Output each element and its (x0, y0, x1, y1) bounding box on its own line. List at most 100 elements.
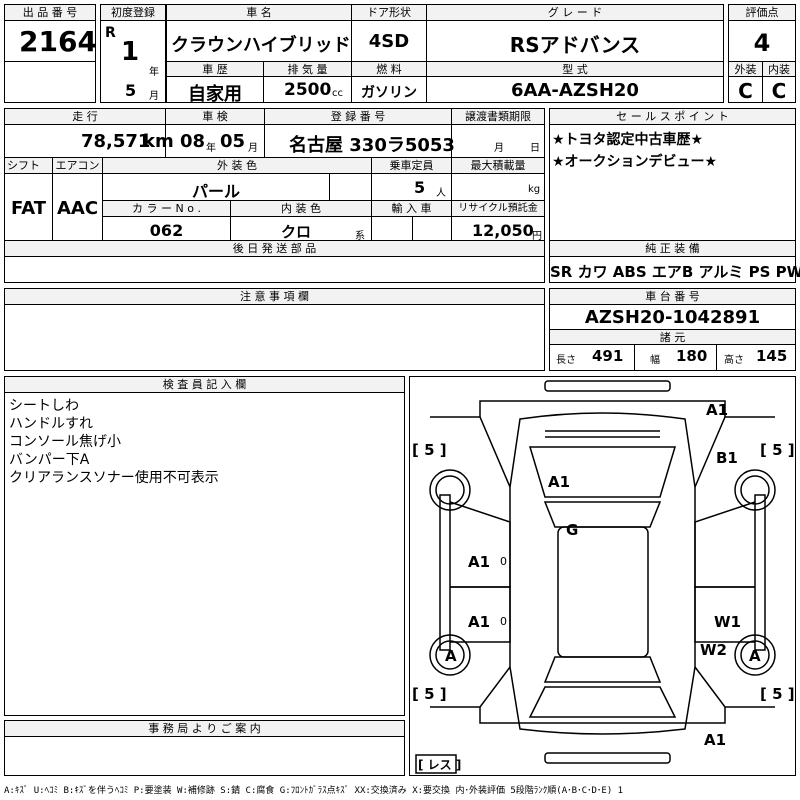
height-label: 高さ (724, 355, 744, 366)
interior-color-cell: 内 装 色 クロ 系 (230, 200, 372, 242)
inspection-year-unit: 年 (206, 143, 216, 154)
exterior-color-cell: 外 装 色 パール (102, 157, 372, 201)
fuel-label: 燃 料 (352, 62, 426, 77)
mileage-value: 78,571 (81, 131, 151, 152)
door-cell: ドア形状 4SD (351, 4, 427, 62)
inspector-notes-label: 検 査 員 記 入 欄 (5, 377, 404, 393)
inspection-month: 05 (220, 131, 246, 152)
registration-number-value: 名古屋 330ラ5053 (289, 135, 455, 156)
mark-left-front-door: A1 (468, 553, 490, 571)
history-label: 車 歴 (167, 62, 263, 77)
year-value: 1 (121, 37, 140, 67)
mark-left-rear-door: A1 (468, 613, 490, 631)
aircon-label: エアコン (53, 158, 102, 174)
tire-front-left: [ 5 ] (412, 441, 447, 459)
lot-number-blank (4, 61, 96, 103)
inspection-cell: 車 検 08 年 05 月 (165, 108, 265, 158)
capacity-label: 乗車定員 (372, 158, 451, 174)
recycle-label: リサイクル預託金 (452, 201, 544, 217)
recycle-value: 12,050 (472, 221, 534, 240)
mileage-label: 走 行 (5, 109, 165, 125)
history-value: 自家用 (188, 84, 242, 105)
length-label: 長さ (556, 355, 576, 366)
kg-unit: kg (528, 184, 541, 195)
grade-value: RSアドバンス (509, 33, 641, 57)
first-registration-label: 初度登録 (101, 5, 165, 21)
color-number-value: 062 (149, 221, 184, 240)
inspector-note-5: クリアランスソナー使用不可表示 (9, 470, 219, 486)
fuel-value: ガソリン (361, 85, 417, 101)
tire-rear-right: [ 5 ] (760, 685, 795, 703)
transfer-deadline-cell: 譲渡書類期限 月 日 (451, 108, 545, 158)
score-value: 4 (753, 29, 771, 57)
model-code-label: 型 式 (427, 62, 723, 77)
aircon-value: AAC (56, 198, 99, 219)
first-registration-cell: 初度登録 R 1 年 5 月 (100, 4, 166, 103)
color-number-label: カ ラ ー N o . (103, 201, 230, 217)
interior-cell: 内装 C (762, 61, 796, 103)
chassis-number-label: 車 台 番 号 (550, 289, 795, 305)
model-code-value: 6AA-AZSH20 (511, 80, 639, 101)
tire-front-right: [ 5 ] (760, 441, 795, 459)
office-notes-label: 事 務 局 よ り ご 案 内 (5, 721, 404, 737)
tire-rear-left: [ 5 ] (412, 685, 447, 703)
shift-value: FAT (10, 198, 47, 219)
exterior-cell: 外装 C (728, 61, 763, 103)
model-code-cell: 型 式 6AA-AZSH20 (426, 61, 724, 103)
displacement-label: 排 気 量 (264, 62, 351, 77)
color-number-cell: カ ラ ー N o . 062 (102, 200, 231, 241)
car-name-cell: 車 名 クラウンハイブリッド (166, 4, 352, 62)
zero-left-rear: 0 (500, 615, 507, 628)
specs-label: 諸 元 (550, 330, 795, 345)
max-load-label: 最大積載量 (452, 158, 544, 174)
mark-right-rear-fender: W2 (700, 641, 727, 659)
lot-number-value: 2164 (19, 25, 97, 58)
recycle-cell: リサイクル預託金 12,050 円 (451, 200, 545, 242)
import-label: 輸 入 車 (372, 201, 451, 217)
sales-points-label: セ ー ル ス ポ イ ン ト (550, 109, 795, 125)
transfer-day-label: 日 (530, 143, 540, 154)
interior-color-value: クロ (280, 223, 311, 241)
mark-right-rear-door: W1 (714, 613, 741, 631)
inspector-notes-cell: 検 査 員 記 入 欄 シートしわ ハンドルすれ コンソール焦げ小 バンパー下A… (4, 376, 405, 716)
genuine-equipment-cell: 純 正 装 備 SR カワ ABS エアB アルミ PS PW (549, 240, 800, 283)
width-label: 幅 (650, 355, 660, 366)
length-value: 491 (592, 347, 624, 365)
car-diagram: A1 A1 G A1 A1 B1 W1 W2 A A A1 [ 5 ] [ 5 … (412, 380, 795, 774)
mark-left-rear-wheel: A (445, 647, 457, 665)
mark-right-front-fender: B1 (716, 449, 738, 467)
genuine-equipment-label: 純 正 装 備 (550, 241, 795, 257)
interior-value: C (771, 79, 787, 103)
width-value: 180 (676, 347, 708, 365)
sales-points-cell: セ ー ル ス ポ イ ン ト ★トヨタ認定中古車歴★ ★オークションデビュー★ (549, 108, 796, 241)
era-value: R (105, 25, 116, 41)
shift-cell: シフト FAT (4, 157, 53, 241)
damage-legend: A:ｷｽﾞ U:ﾍｺﾐ B:ｷｽﾞを伴うﾍｺﾐ P:要塗装 W:補修跡 S:錆 … (4, 786, 624, 796)
score-cell: 評価点 4 (728, 4, 796, 62)
genuine-equipment-value: SR カワ ABS エアB アルミ PS PW (550, 263, 800, 281)
inspection-month-unit: 月 (248, 143, 258, 154)
import-cell: 輸 入 車 (371, 200, 452, 241)
later-parts-cell: 後 日 発 送 部 品 (4, 240, 545, 283)
later-parts-label: 後 日 発 送 部 品 (5, 241, 544, 257)
inspection-year: 08 (180, 131, 206, 152)
lot-number-cell: 出 品 番 号 2164 (4, 4, 97, 62)
mileage-cell: 走 行 78,571 km (4, 108, 174, 158)
person-unit: 人 (436, 188, 446, 199)
chassis-number-cell: 車 台 番 号 AZSH20-1042891 諸 元 長さ 491 幅 180 … (549, 288, 796, 371)
aircon-cell: エアコン AAC (52, 157, 103, 241)
door-value: 4SD (368, 31, 410, 52)
exterior-color-label: 外 装 色 (103, 158, 371, 174)
car-name-value: クラウンハイブリッド (171, 35, 351, 56)
month-unit: 月 (149, 91, 159, 102)
sales-point-2: ★オークションデビュー★ (552, 154, 718, 170)
shift-label: シフト (5, 158, 52, 174)
inspector-note-1: シートしわ (9, 398, 79, 414)
score-label: 評価点 (729, 5, 795, 21)
mark-right-rear-wheel: A (749, 647, 761, 665)
history-cell: 車 歴 自家用 (166, 61, 264, 105)
mark-hood: A1 (548, 473, 570, 491)
car-diagram-panel: A1 A1 G A1 A1 B1 W1 W2 A A A1 [ 5 ] [ 5 … (409, 376, 796, 776)
door-label: ドア形状 (352, 5, 426, 21)
displacement-value: 2500 (284, 80, 332, 100)
